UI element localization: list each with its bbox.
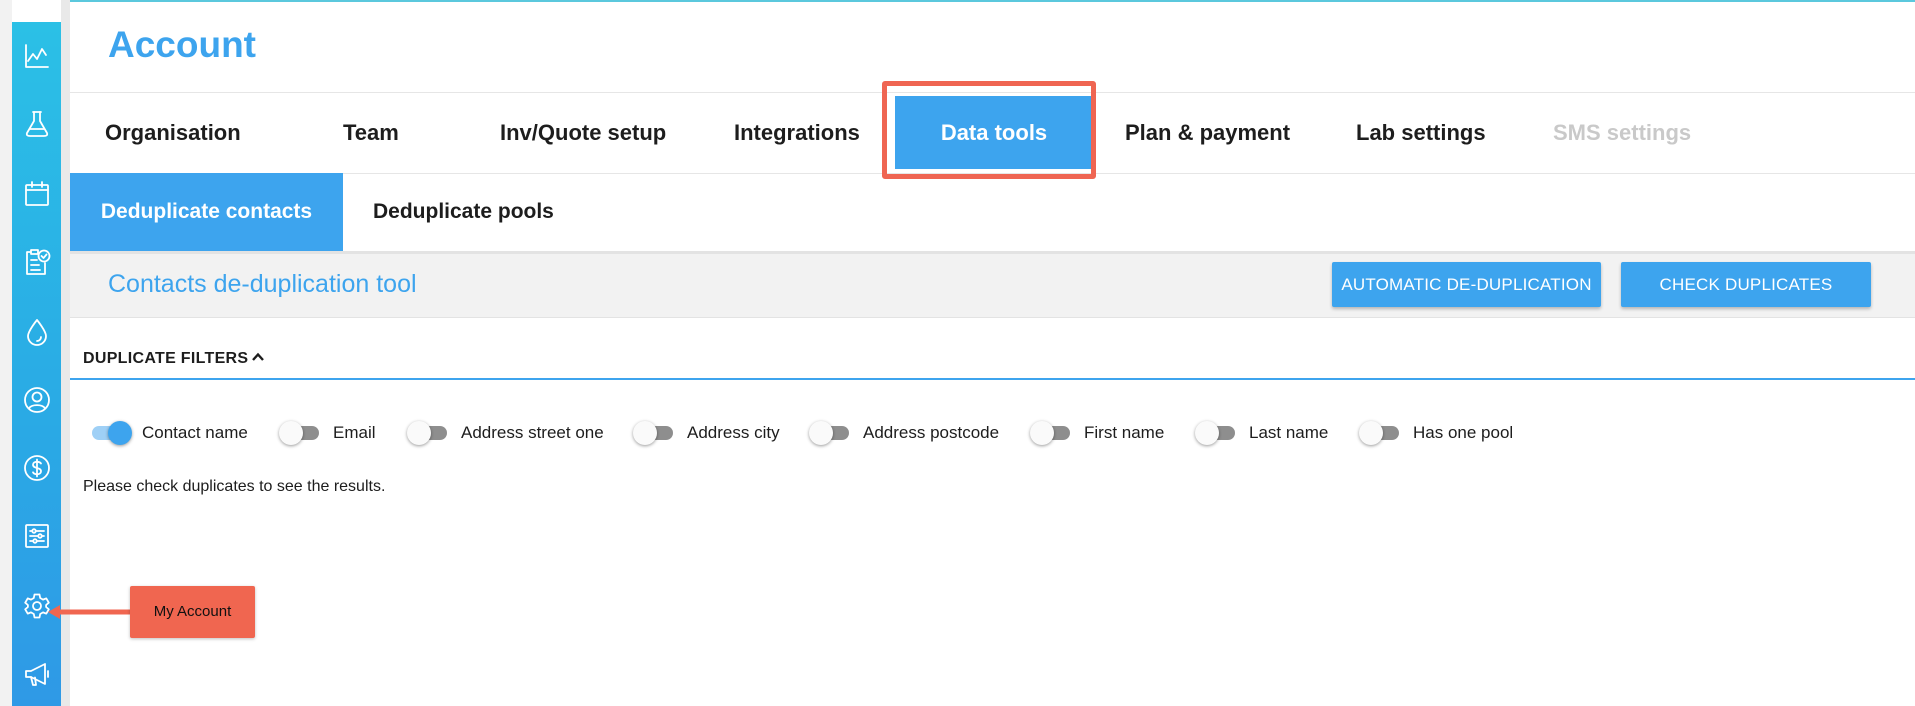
tab-integrations[interactable]: Integrations bbox=[734, 93, 860, 173]
sidebar bbox=[12, 22, 61, 706]
filter-address-postcode[interactable]: Address postcode bbox=[809, 421, 999, 445]
main-content: Account Organisation Team Inv/Quote setu… bbox=[70, 0, 1915, 706]
chevron-up-icon bbox=[251, 350, 265, 368]
duplicate-filters-label: DUPLICATE FILTERS bbox=[83, 350, 249, 367]
tab-inv-quote-setup[interactable]: Inv/Quote setup bbox=[500, 93, 666, 173]
flask-icon[interactable] bbox=[12, 104, 61, 144]
filter-address-city[interactable]: Address city bbox=[633, 421, 780, 445]
automatic-deduplication-button[interactable]: AUTOMATIC DE-DUPLICATION bbox=[1332, 262, 1601, 307]
my-account-callout: My Account bbox=[130, 586, 255, 638]
filter-label: Email bbox=[333, 423, 376, 442]
filter-first-name[interactable]: First name bbox=[1030, 421, 1164, 445]
callout-arrow-icon bbox=[48, 605, 132, 619]
dollar-circle-icon[interactable] bbox=[12, 448, 61, 488]
toggle-switch[interactable] bbox=[1030, 421, 1074, 445]
activity-chart-icon[interactable] bbox=[12, 36, 61, 76]
megaphone-icon[interactable] bbox=[12, 654, 61, 694]
clipboard-check-icon[interactable] bbox=[12, 242, 61, 282]
tab-plan-payment[interactable]: Plan & payment bbox=[1125, 93, 1290, 173]
toggle-switch[interactable] bbox=[809, 421, 853, 445]
filter-has-one-pool[interactable]: Has one pool bbox=[1359, 421, 1513, 445]
toggle-switch[interactable] bbox=[1359, 421, 1403, 445]
sidebar-gutter bbox=[61, 0, 70, 706]
results-empty-message: Please check duplicates to see the resul… bbox=[83, 478, 386, 495]
filter-label: Address city bbox=[687, 423, 780, 442]
filter-address-street-one[interactable]: Address street one bbox=[407, 421, 604, 445]
toggle-switch[interactable] bbox=[279, 421, 323, 445]
filter-label: Address street one bbox=[461, 423, 604, 442]
filter-email[interactable]: Email bbox=[279, 421, 376, 445]
tab-lab-settings[interactable]: Lab settings bbox=[1356, 93, 1486, 173]
subtab-deduplicate-contacts[interactable]: Deduplicate contacts bbox=[70, 173, 343, 251]
data-tools-subtabs: Deduplicate contacts Deduplicate pools bbox=[70, 173, 1915, 254]
filter-label: Address postcode bbox=[863, 423, 1000, 442]
toggle-switch[interactable] bbox=[1195, 421, 1239, 445]
tab-data-tools[interactable]: Data tools bbox=[895, 96, 1093, 169]
filters-divider bbox=[70, 378, 1915, 380]
tool-title: Contacts de-duplication tool bbox=[108, 270, 417, 298]
top-accent-line bbox=[70, 0, 1915, 2]
calendar-icon[interactable] bbox=[12, 174, 61, 214]
user-circle-icon[interactable] bbox=[12, 380, 61, 420]
toggle-switch[interactable] bbox=[88, 421, 132, 445]
toggle-switch[interactable] bbox=[407, 421, 451, 445]
filter-contact-name[interactable]: Contact name bbox=[88, 421, 248, 445]
tab-sms-settings: SMS settings bbox=[1553, 120, 1692, 145]
filter-label: Has one pool bbox=[1413, 423, 1514, 442]
window-edge bbox=[0, 0, 12, 706]
filter-label: First name bbox=[1084, 423, 1165, 442]
page-title: Account bbox=[108, 24, 256, 65]
account-tabs: Organisation Team Inv/Quote setup Integr… bbox=[70, 92, 1915, 174]
toggle-switch[interactable] bbox=[633, 421, 677, 445]
tab-organisation[interactable]: Organisation bbox=[105, 93, 241, 173]
filter-last-name[interactable]: Last name bbox=[1195, 421, 1328, 445]
filter-label: Contact name bbox=[142, 423, 248, 442]
tab-team[interactable]: Team bbox=[343, 93, 399, 173]
check-duplicates-button[interactable]: CHECK DUPLICATES bbox=[1621, 262, 1871, 307]
sliders-panel-icon[interactable] bbox=[12, 516, 61, 556]
filter-label: Last name bbox=[1249, 423, 1329, 442]
tool-header: Contacts de-duplication tool AUTOMATIC D… bbox=[70, 254, 1915, 318]
water-drop-icon[interactable] bbox=[12, 312, 61, 352]
duplicate-filters-toggle[interactable]: DUPLICATE FILTERS bbox=[83, 350, 265, 368]
subtab-deduplicate-pools[interactable]: Deduplicate pools bbox=[373, 173, 554, 251]
